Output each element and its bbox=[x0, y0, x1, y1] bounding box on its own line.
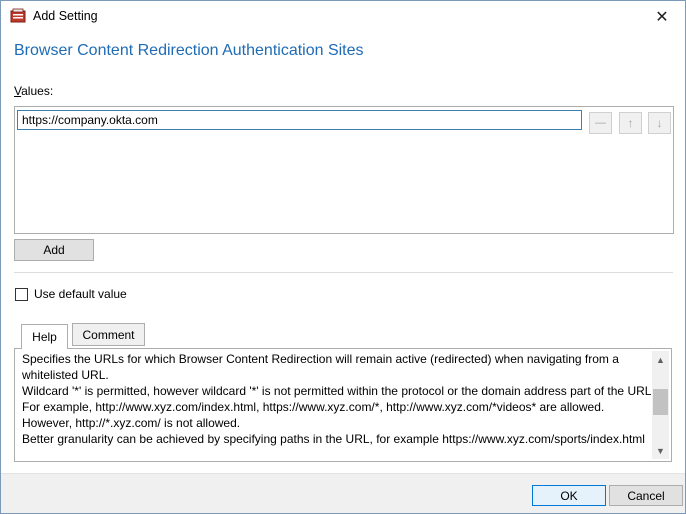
divider bbox=[14, 272, 673, 273]
help-text[interactable]: Specifies the URLs for which Browser Con… bbox=[17, 351, 656, 459]
arrow-down-icon: ↓ bbox=[656, 116, 663, 130]
scroll-down-icon[interactable]: ▼ bbox=[652, 442, 669, 459]
close-icon: ✕ bbox=[655, 8, 669, 26]
minus-icon: — bbox=[595, 117, 606, 129]
tab-help[interactable]: Help bbox=[21, 324, 68, 349]
window-title: Add Setting bbox=[33, 9, 98, 23]
arrow-up-icon: ↑ bbox=[627, 116, 634, 130]
tab-comment[interactable]: Comment bbox=[72, 323, 145, 346]
scroll-thumb[interactable] bbox=[653, 389, 668, 415]
help-paragraph: For example, http://www.xyz.com/index.ht… bbox=[22, 400, 605, 414]
values-list[interactable]: — ↑ ↓ bbox=[14, 106, 674, 234]
scroll-up-icon[interactable]: ▲ bbox=[652, 351, 669, 368]
add-button-label: Add bbox=[43, 243, 65, 257]
move-down-button[interactable]: ↓ bbox=[648, 112, 671, 134]
move-up-button[interactable]: ↑ bbox=[619, 112, 642, 134]
setting-heading: Browser Content Redirection Authenticati… bbox=[14, 42, 364, 59]
value-item-input[interactable] bbox=[17, 110, 582, 130]
ok-button-label: OK bbox=[560, 488, 578, 503]
close-button[interactable]: ✕ bbox=[639, 1, 685, 32]
add-button[interactable]: Add bbox=[14, 239, 94, 261]
settings-app-icon bbox=[10, 8, 26, 24]
help-scrollbar[interactable]: ▲ ▼ bbox=[652, 351, 669, 459]
ok-button[interactable]: OK bbox=[532, 485, 606, 506]
use-default-label[interactable]: Use default value bbox=[34, 287, 127, 301]
help-paragraph: However, http://*.xyz.com/ is not allowe… bbox=[22, 416, 241, 430]
help-paragraph: Better granularity can be achieved by sp… bbox=[22, 432, 645, 446]
use-default-checkbox[interactable] bbox=[15, 288, 28, 301]
help-paragraph: Specifies the URLs for which Browser Con… bbox=[22, 352, 619, 382]
cancel-button-label: Cancel bbox=[627, 488, 665, 503]
cancel-button[interactable]: Cancel bbox=[609, 485, 683, 506]
tab-help-label: Help bbox=[32, 330, 57, 344]
add-setting-dialog: Add Setting ✕ Browser Content Redirectio… bbox=[0, 0, 686, 514]
values-label-rest: alues: bbox=[21, 84, 54, 98]
help-panel: Specifies the URLs for which Browser Con… bbox=[14, 348, 672, 462]
tab-comment-label: Comment bbox=[82, 327, 135, 342]
title-bar[interactable]: Add Setting ✕ bbox=[1, 1, 685, 32]
values-label: Values: bbox=[14, 84, 54, 98]
dialog-footer: OK Cancel bbox=[1, 473, 685, 513]
remove-value-button[interactable]: — bbox=[589, 112, 612, 134]
help-paragraph: Wildcard '*' is permitted, however wildc… bbox=[22, 384, 655, 398]
